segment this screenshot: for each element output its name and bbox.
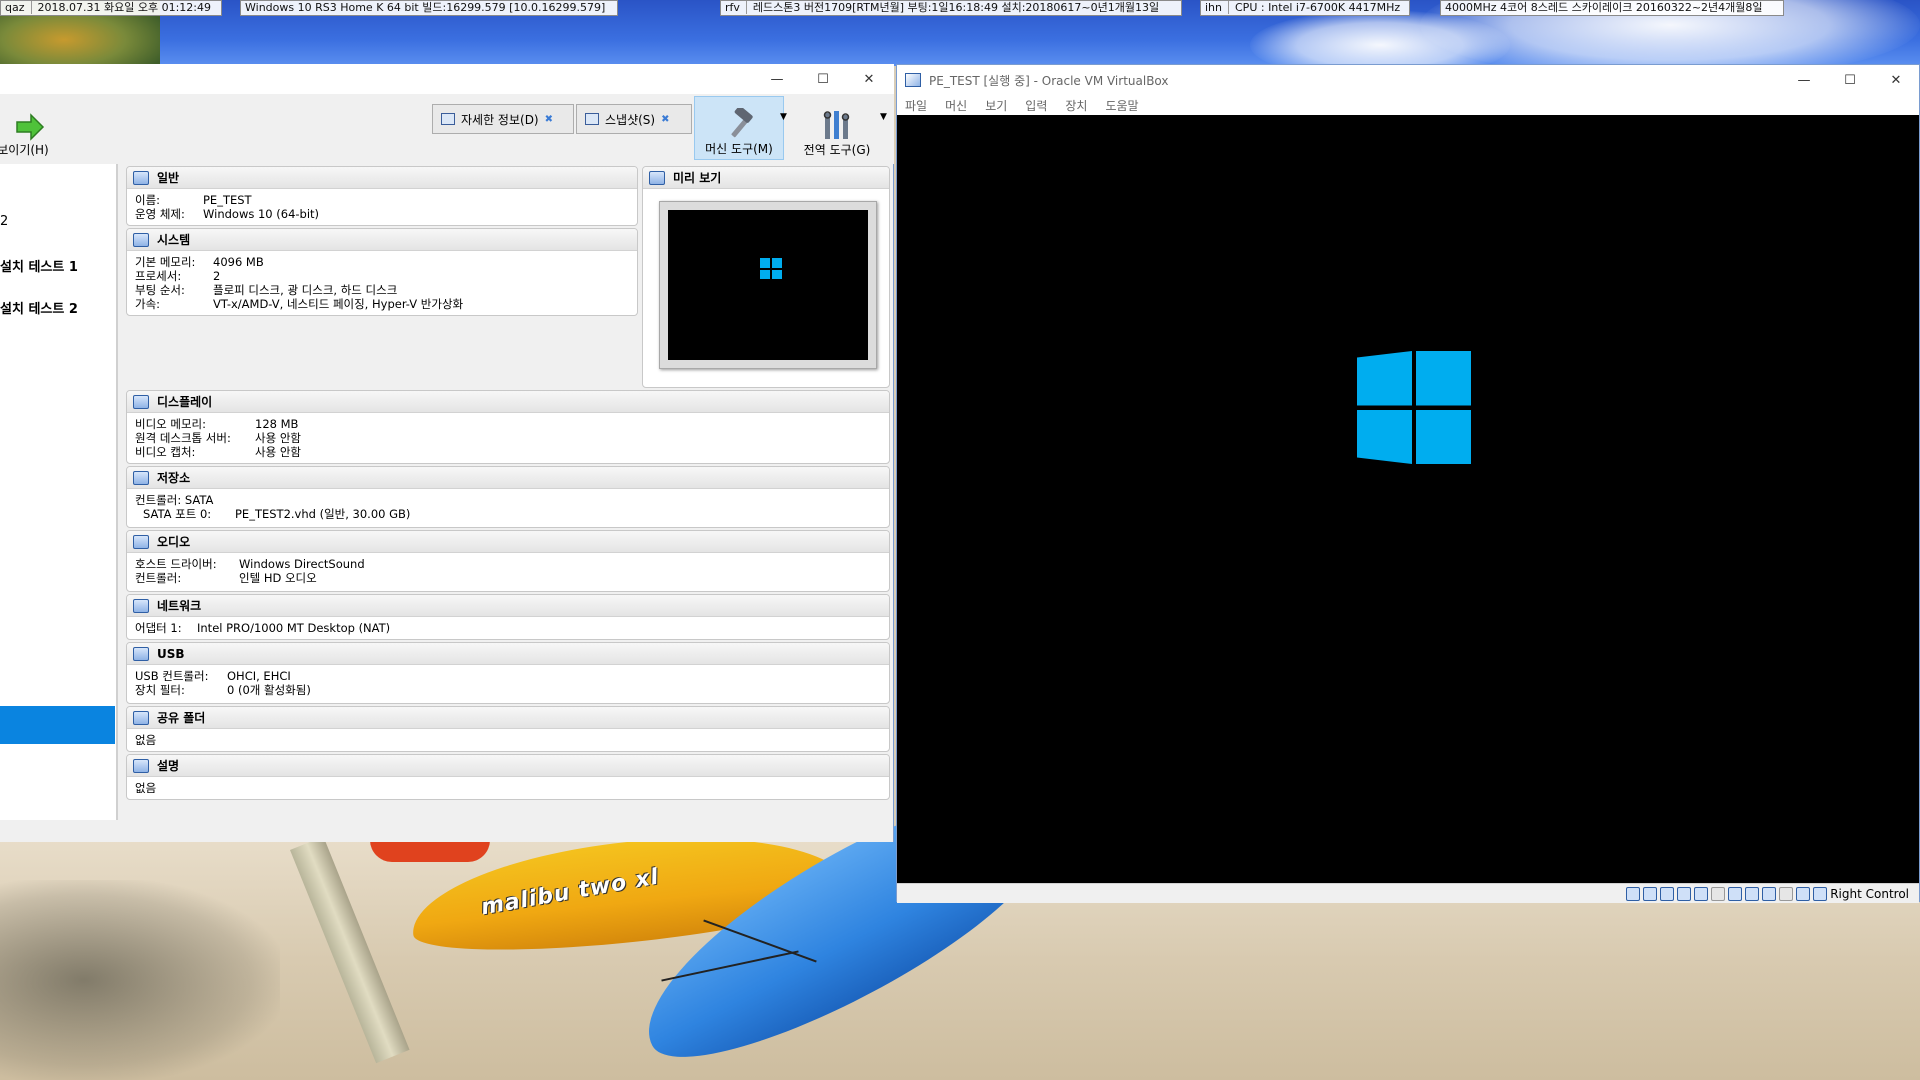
section-description: 설명 없음: [126, 754, 890, 800]
machine-tools-button[interactable]: 머신 도구(M): [694, 96, 784, 160]
wallpaper-kayak-red: [370, 840, 490, 862]
global-tools-button[interactable]: 전역 도구(G): [792, 96, 882, 160]
storage-icon: [133, 470, 149, 485]
wallpaper-plant-shadow: [0, 880, 280, 1080]
maximize-button[interactable]: ☐: [1827, 65, 1873, 95]
virtualbox-app-icon: [905, 73, 921, 87]
details-icon: [441, 113, 455, 125]
close-small-icon[interactable]: ✖: [545, 114, 553, 125]
section-audio-header[interactable]: 오디오: [127, 531, 889, 553]
info-widget-os: Windows 10 RS3 Home K 64 bit 빌드:16299.57…: [240, 0, 618, 16]
speaker-icon: [133, 534, 149, 549]
info-widget-cpu: ihn CPU : Intel i7-6700K 4417MHz: [1200, 0, 1410, 16]
minimize-button[interactable]: —: [1781, 65, 1827, 95]
minimize-button[interactable]: —: [754, 64, 800, 94]
section-preview: 미리 보기: [642, 166, 890, 388]
vm-details-panel: 일반 이름: PE_TEST 운영 체제: Windows 10 (64-bit) …: [124, 164, 892, 820]
menu-help[interactable]: 도움말: [1105, 95, 1148, 115]
manager-titlebar[interactable]: — ☐ ✕: [0, 64, 894, 94]
section-shared-folders: 공유 폴더 없음: [126, 706, 890, 752]
hard-disk-icon[interactable]: [1626, 886, 1641, 901]
section-audio: 오디오 호스트 드라이버: Windows DirectSound 컨트롤러: 인텔…: [126, 530, 890, 592]
section-usb-header[interactable]: USB: [127, 643, 889, 665]
chip-icon: [133, 232, 149, 247]
menu-view[interactable]: 보기: [985, 95, 1017, 115]
section-general-header[interactable]: 일반: [127, 167, 637, 189]
vm-list-item[interactable]: 2: [0, 214, 8, 229]
menu-file[interactable]: 파일: [905, 95, 937, 115]
manager-toolbar: 보이기(H) 자세한 정보(D) ✖ 스냅샷(S) ✖ 머신 도구(M) ▼ 전…: [0, 94, 894, 164]
vm-list-item[interactable]: 설치 테스트 2: [0, 298, 78, 317]
keyboard-icon[interactable]: [1796, 886, 1811, 901]
vm-titlebar[interactable]: PE_TEST [실행 중] - Oracle VM VirtualBox — …: [897, 65, 1919, 95]
folder-icon: [133, 710, 149, 725]
section-storage: 저장소 컨트롤러: SATA SATA 포트 0: PE_TEST2.vhd (일…: [126, 466, 890, 528]
vm-window: PE_TEST [실행 중] - Oracle VM VirtualBox — …: [896, 64, 1920, 903]
show-button[interactable]: 보이기(H): [0, 96, 60, 160]
section-usb: USB USB 컨트롤러: OHCI, EHCI 장치 필터: 0 (0개 활성화됨…: [126, 642, 890, 704]
snapshot-icon: [585, 113, 599, 125]
vm-list-item-selected[interactable]: [0, 706, 115, 744]
host-key-arrow-icon: [1813, 886, 1828, 901]
info-widget-cpu-detail: 4000MHz 4코어 8스레드 스카이레이크 20160322~2년4개월8일: [1440, 0, 1784, 16]
menu-devices[interactable]: 장치: [1065, 95, 1097, 115]
shared-folder-icon[interactable]: [1711, 886, 1726, 901]
optical-drive-icon[interactable]: [1643, 886, 1658, 901]
close-small-icon[interactable]: ✖: [661, 114, 669, 125]
display-icon[interactable]: [1728, 886, 1743, 901]
section-storage-header[interactable]: 저장소: [127, 467, 889, 489]
details-toggle-button[interactable]: 자세한 정보(D) ✖: [432, 104, 574, 134]
section-network-header[interactable]: 네트워크: [127, 595, 889, 617]
menu-machine[interactable]: 머신: [945, 95, 977, 115]
menu-input[interactable]: 입력: [1025, 95, 1057, 115]
section-general: 일반 이름: PE_TEST 운영 체제: Windows 10 (64-bit): [126, 166, 638, 226]
mouse-integration-icon[interactable]: [1779, 886, 1794, 901]
video-capture-icon[interactable]: [1745, 886, 1760, 901]
host-key-label: Right Control: [1830, 886, 1909, 901]
vm-list-item[interactable]: 설치 테스트 1: [0, 256, 78, 275]
dropdown-arrow-icon[interactable]: ▼: [880, 112, 887, 122]
vm-preview-screen: [668, 210, 868, 360]
vm-guest-screen[interactable]: [897, 115, 1919, 883]
cpu-icon[interactable]: [1762, 886, 1777, 901]
close-button[interactable]: ✕: [1873, 65, 1919, 95]
speech-bubble-icon: [133, 758, 149, 773]
network-icon[interactable]: [1677, 886, 1692, 901]
close-button[interactable]: ✕: [846, 64, 892, 94]
vm-preview: [659, 201, 877, 369]
tools-icon: [823, 111, 850, 139]
vm-list-panel: 2 설치 테스트 1 설치 테스트 2: [0, 164, 118, 820]
section-system-header[interactable]: 시스템: [127, 229, 637, 251]
vm-statusbar: Right Control: [897, 883, 1919, 903]
general-icon: [133, 170, 149, 185]
section-preview-header[interactable]: 미리 보기: [643, 167, 889, 189]
usb-icon: [133, 646, 149, 661]
info-widget-datetime: qaz 2018.07.31 화요일 오후 01:12:49: [0, 0, 222, 16]
monitor-icon: [649, 170, 665, 185]
arrow-right-icon: [16, 113, 45, 141]
windows-logo-icon: [1357, 351, 1471, 464]
vm-menubar: 파일 머신 보기 입력 장치 도움말: [897, 95, 1919, 115]
vm-window-title: PE_TEST [실행 중] - Oracle VM VirtualBox: [929, 74, 1169, 88]
windows-logo-icon: [760, 258, 782, 279]
section-shared-folders-header[interactable]: 공유 폴더: [127, 707, 889, 729]
section-network: 네트워크 어댑터 1: Intel PRO/1000 MT Desktop (NA…: [126, 594, 890, 640]
network-icon: [133, 598, 149, 613]
virtualbox-manager-window: — ☐ ✕ 보이기(H) 자세한 정보(D) ✖ 스냅샷(S) ✖ 머신 도구(…: [0, 64, 894, 842]
usb-icon[interactable]: [1694, 886, 1709, 901]
dropdown-arrow-icon[interactable]: ▼: [780, 112, 787, 122]
section-display-header[interactable]: 디스플레이: [127, 391, 889, 413]
audio-icon[interactable]: [1660, 886, 1675, 901]
info-widget-boot: rfv 레드스톤3 버전1709[RTM년월] 부팅:1일16:18:49 설치:…: [720, 0, 1182, 16]
section-description-header[interactable]: 설명: [127, 755, 889, 777]
hammer-icon: [731, 108, 753, 138]
section-display: 디스플레이 비디오 메모리: 128 MB 원격 데스크톱 서버: 사용 안함 비디…: [126, 390, 890, 464]
maximize-button[interactable]: ☐: [800, 64, 846, 94]
section-system: 시스템 기본 메모리: 4096 MB 프로세서: 2 부팅 순서: 플로피 디스크,…: [126, 228, 638, 316]
snapshots-toggle-button[interactable]: 스냅샷(S) ✖: [576, 104, 692, 134]
display-icon: [133, 394, 149, 409]
